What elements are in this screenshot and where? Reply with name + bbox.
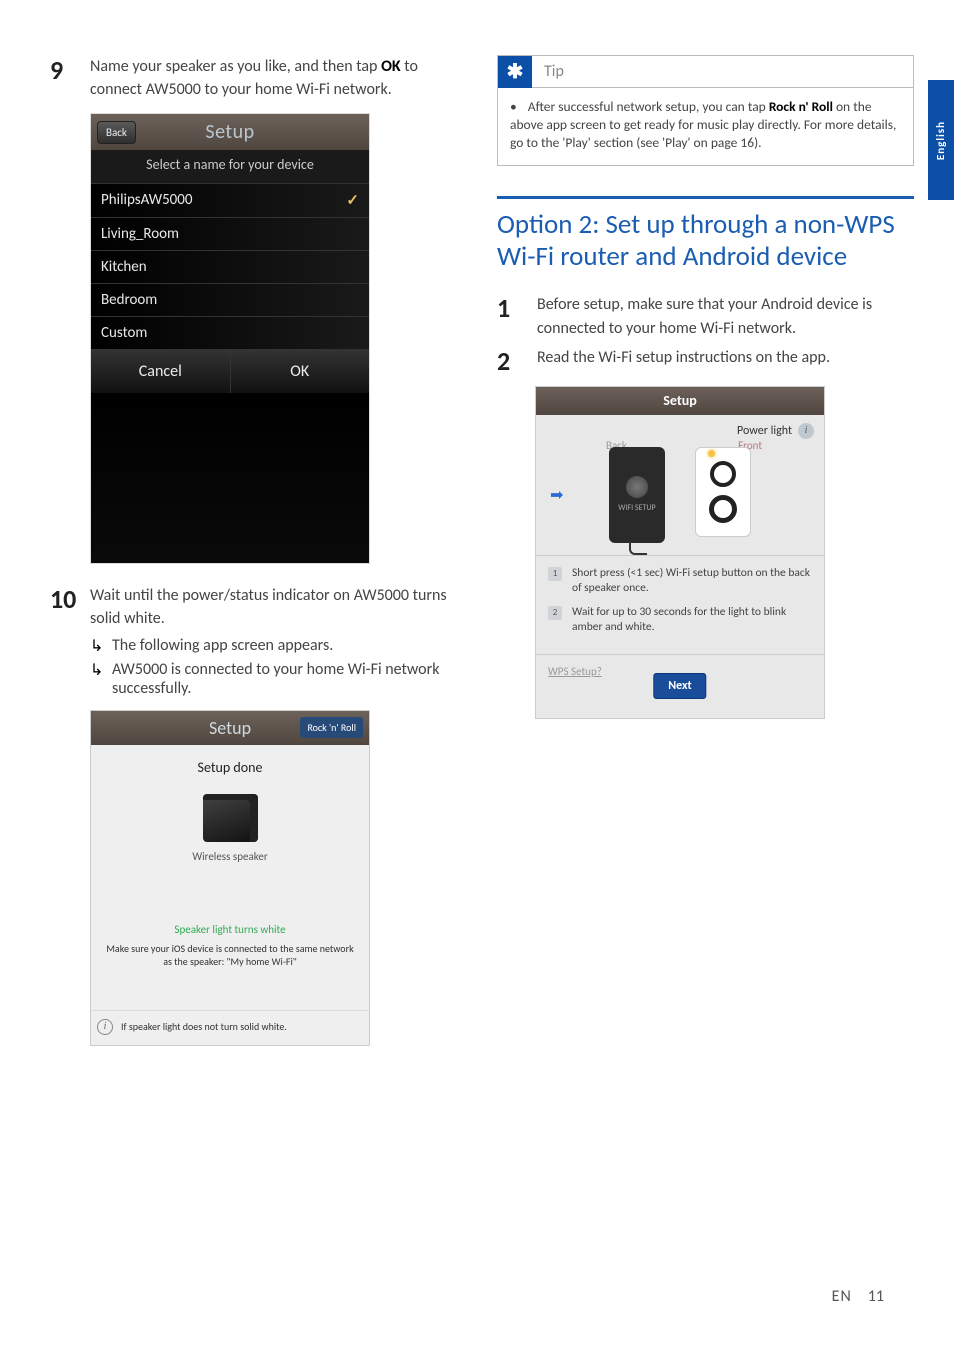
wps-setup-link[interactable]: WPS Setup? [548,665,602,678]
amber-light-icon [708,450,715,457]
list-item[interactable]: Custom [91,316,369,349]
step-number: 10 [50,584,90,612]
step-text: Before setup, make sure that your Androi… [537,293,914,339]
rock-n-roll-button[interactable]: Rock 'n' Roll [300,717,363,738]
info-icon[interactable]: i [798,423,814,439]
info-text: If speaker light does not turn solid whi… [121,1020,287,1033]
tip-label: Tip [544,62,564,81]
next-button[interactable]: Next [653,673,706,699]
list-item[interactable]: Kitchen [91,250,369,283]
page-footer: EN11 [832,1287,884,1306]
status-text: Setup done [101,759,359,776]
wifi-label: WIFI SETUP [618,504,655,513]
light-status: Speaker light turns white [101,923,359,936]
step-9: 9 Name your speaker as you like, and the… [50,55,462,101]
step-10: 10 Wait until the power/status indicator… [50,584,462,630]
sub-bullet: ↳ AW5000 is connected to your home Wi-Fi… [90,660,462,698]
list-item[interactable]: Living_Room [91,217,369,250]
instruction-item: 2 Wait for up to 30 seconds for the ligh… [548,605,812,636]
back-button[interactable]: Back [97,121,136,144]
section-divider [497,196,914,199]
step-number: 1 [497,293,537,321]
screen-title: Setup [209,717,251,739]
screenshot-setup-done: Setup Rock 'n' Roll Setup done Wireless … [90,710,370,1046]
speaker-ring-icon [710,461,736,487]
step-1: 1 Before setup, make sure that your Andr… [497,293,914,339]
instruction-item: 1 Short press (<1 sec) Wi-Fi setup butto… [548,566,812,597]
subheading: Select a name for your device [91,150,369,182]
speaker-ring-icon [709,495,737,523]
device-label: Wireless speaker [101,850,359,863]
device-back-diagram: WIFI SETUP [609,447,665,543]
tip-icon: ✱ [498,56,532,88]
speaker-image [203,794,258,842]
cancel-button[interactable]: Cancel [91,350,231,393]
step-text: Name your speaker as you like, and then … [90,55,462,101]
arrow-icon: ↳ [90,636,112,656]
section-heading: Option 2: Set up through a non-WPS Wi-Fi… [497,209,914,274]
pointer-arrow-icon: ➡ [550,485,563,505]
device-front-diagram [695,447,751,537]
tip-box: ✱ Tip After successful network setup, yo… [497,55,914,166]
ok-button[interactable]: OK [231,350,370,393]
language-tab: English [928,80,954,200]
screenshot-name-selector: Back Setup Select a name for your device… [90,113,370,563]
wifi-setup-button-icon [626,476,648,498]
screenshot-android-setup: Setup Power light i Back Front ➡ WIFI SE… [535,386,825,719]
screen-title: Setup [205,120,254,144]
step-text: Read the Wi-Fi setup instructions on the… [537,346,830,369]
step-2: 2 Read the Wi-Fi setup instructions on t… [497,346,914,374]
step-text: Wait until the power/status indicator on… [90,584,462,630]
tip-text: After successful network setup, you can … [510,98,901,153]
screen-title: Setup [663,392,696,409]
list-item[interactable]: Bedroom [91,283,369,316]
sub-bullet: ↳ The following app screen appears. [90,636,462,656]
step-number: 2 [497,346,537,374]
checkmark-icon: ✓ [346,191,359,210]
power-light-label: Power light i [536,415,824,441]
arrow-icon: ↳ [90,660,112,680]
network-note: Make sure your iOS device is connected t… [101,942,359,968]
list-item[interactable]: PhilipsAW5000✓ [91,183,369,217]
step-number: 9 [50,55,90,83]
info-icon: i [97,1019,113,1035]
